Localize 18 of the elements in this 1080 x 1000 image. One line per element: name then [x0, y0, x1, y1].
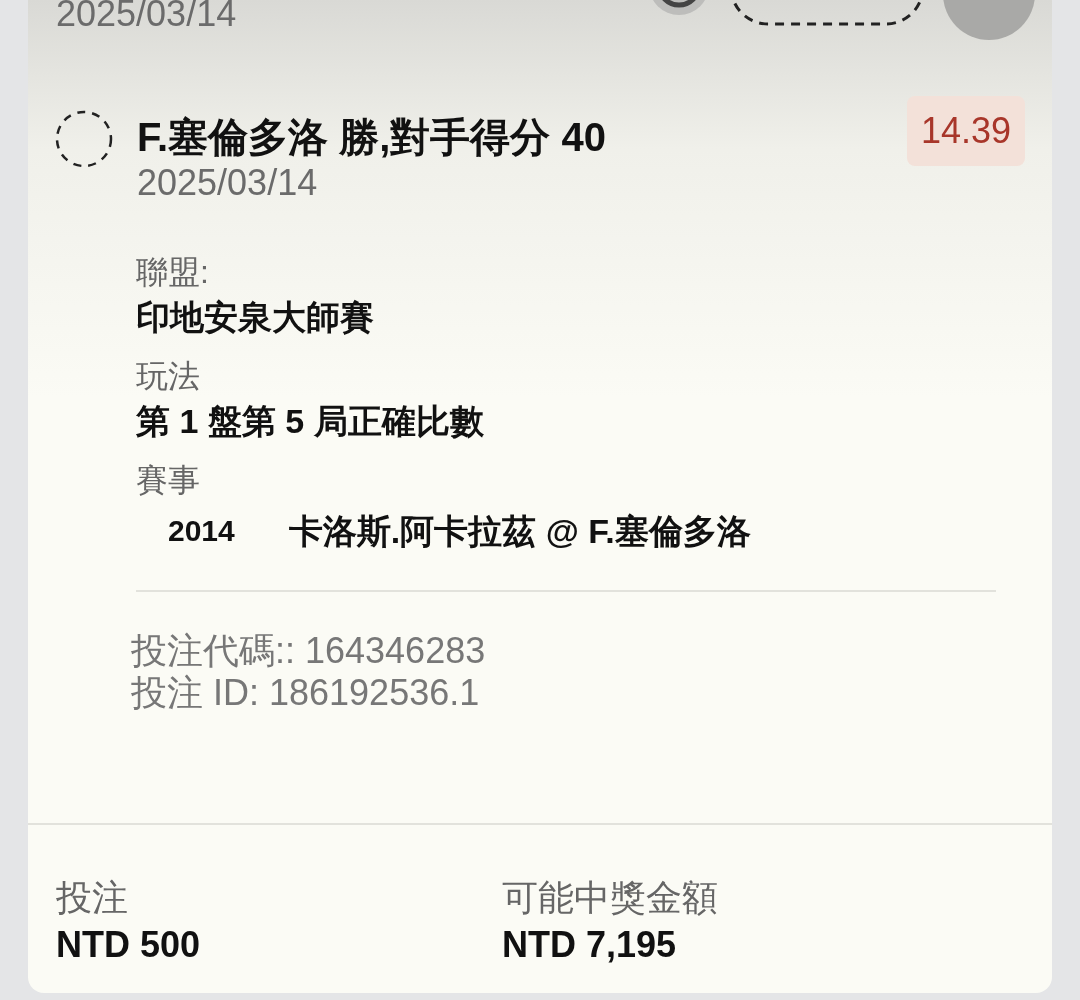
summary-value: NTD 500	[56, 923, 202, 967]
event-number: 2014	[168, 513, 235, 549]
summary-label: 可能中獎金額	[502, 876, 719, 920]
bet-date: 2025/03/14	[56, 0, 237, 36]
detail-label: 玩法	[136, 357, 201, 396]
selection-date: 2025/03/14	[137, 162, 319, 204]
detail-value: 第 1 盤第 5 局正確比數	[136, 401, 485, 442]
odds-badge: 14.39	[906, 96, 1025, 166]
summary-label: 投注	[56, 876, 129, 920]
detail-label: 賽事	[136, 461, 201, 500]
detail-value: 印地安泉大師賽	[136, 297, 375, 338]
bet-code: 投注 ID: 186192536.1	[131, 672, 481, 714]
select-circle-icon[interactable]	[55, 110, 113, 168]
event-teams: 卡洛斯.阿卡拉茲 @ F.塞倫多洛	[288, 511, 751, 552]
detail-label: 聯盟:	[136, 253, 210, 292]
bet-code: 投注代碼:: 164346283	[131, 630, 487, 672]
summary-value: NTD 7,195	[502, 923, 678, 967]
selection-title: F.塞倫多洛 勝,對手得分 40	[137, 114, 607, 161]
